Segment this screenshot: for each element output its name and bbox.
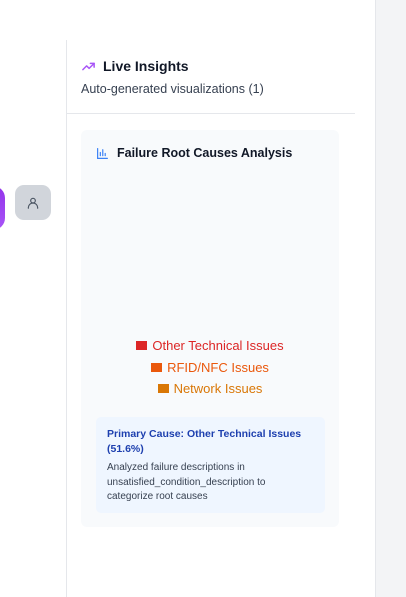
visualization-card: Failure Root Causes Analysis Other Techn…	[81, 130, 339, 527]
legend-swatch	[157, 384, 169, 394]
user-avatar	[15, 185, 51, 220]
insights-header: Live Insights Auto-generated visualizati…	[81, 58, 355, 96]
bar-chart-icon	[96, 147, 109, 160]
primary-cause-title: Primary Cause: Other Technical Issues (5…	[107, 428, 302, 455]
legend-item-other-technical[interactable]: Other Technical Issues	[81, 335, 339, 357]
header-divider	[67, 113, 355, 114]
primary-cause-summary: Primary Cause: Other Technical Issues (5…	[96, 417, 325, 513]
card-header: Failure Root Causes Analysis	[96, 146, 292, 160]
panel-divider	[66, 40, 67, 597]
primary-cause-description: Analyzed failure descriptions in unsatis…	[107, 462, 266, 502]
legend-swatch	[151, 362, 163, 372]
legend-label: Network Issues	[173, 381, 263, 397]
legend-label: Other Technical Issues	[152, 338, 284, 354]
trending-up-icon	[81, 59, 96, 74]
legend-swatch	[136, 341, 148, 351]
insights-subtitle: Auto-generated visualizations (1)	[81, 82, 264, 96]
legend-item-rfid-nfc[interactable]: RFID/NFC Issues	[81, 357, 339, 379]
chart-title: Failure Root Causes Analysis	[117, 146, 293, 160]
chat-message-bubble[interactable]	[0, 186, 5, 230]
scroll-area[interactable]	[375, 0, 406, 597]
insights-title: Live Insights	[103, 58, 189, 74]
chart-legend: Other Technical Issues RFID/NFC Issues N…	[81, 335, 339, 400]
user-icon	[27, 197, 39, 209]
legend-label: RFID/NFC Issues	[167, 359, 269, 375]
page: Live Insights Auto-generated visualizati…	[0, 0, 406, 597]
legend-item-network[interactable]: Network Issues	[81, 378, 339, 400]
